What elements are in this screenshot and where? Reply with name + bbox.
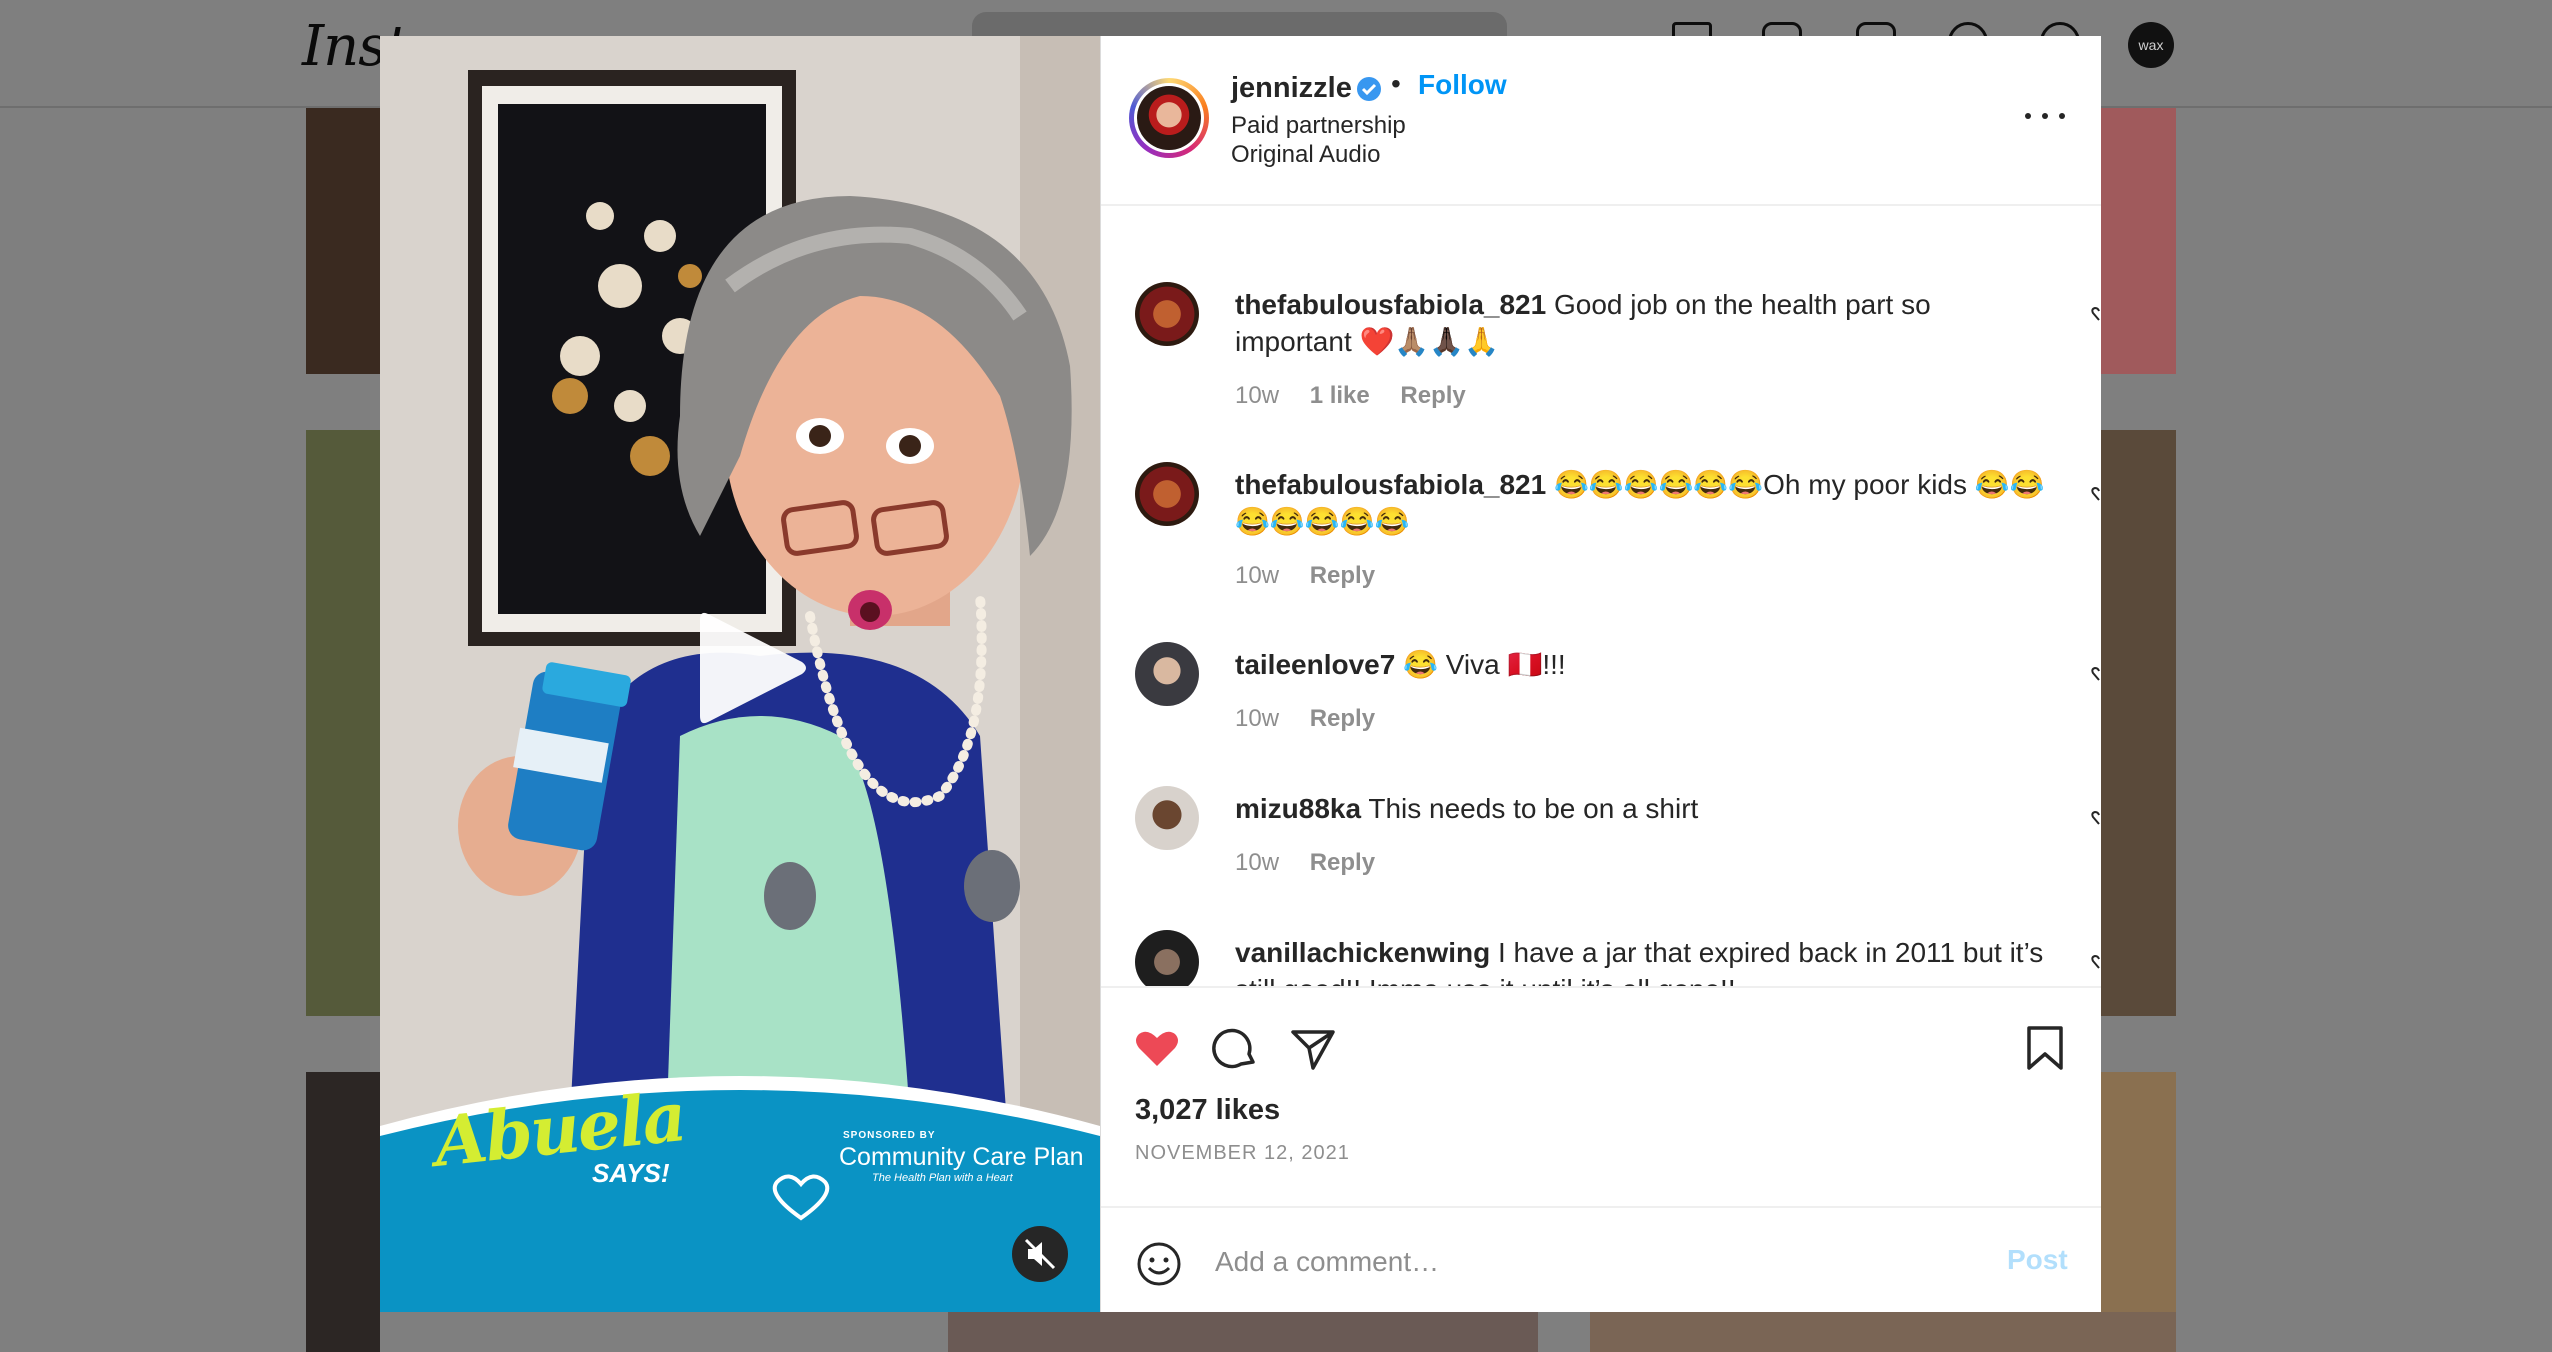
comment-time[interactable]: 10w: [1235, 705, 1279, 732]
verified-badge-icon: [1357, 77, 1381, 101]
add-comment-bar: Post: [1101, 1206, 2101, 1314]
share-icon[interactable]: [1289, 1024, 1337, 1072]
post-date[interactable]: NOVEMBER 12, 2021: [1135, 1142, 1350, 1165]
comment-username[interactable]: taileenlove7: [1235, 649, 1395, 680]
comment-reply-button[interactable]: Reply: [1400, 382, 1465, 409]
comment-meta: 10w Reply: [1235, 849, 1399, 877]
post-header: jennizzle • Follow Paid partnership Orig…: [1101, 36, 2101, 206]
speaker-muted-icon: [1024, 1238, 1056, 1270]
comment-text-block: taileenlove7 😂 Viva 🇵🇪!!!: [1235, 646, 2055, 683]
comment-time[interactable]: 10w: [1235, 849, 1279, 876]
comment-like-icon[interactable]: [2091, 486, 2101, 502]
comment-text-block: mizu88ka This needs to be on a shirt: [1235, 790, 2055, 827]
comment-like-icon[interactable]: [2091, 306, 2101, 322]
comment-meta: 10w 1 like Reply: [1235, 382, 1490, 410]
post-comment-button[interactable]: Post: [2007, 1244, 2068, 1276]
comment-meta: 10w Reply: [1235, 705, 1399, 733]
comment-text-block: thefabulousfabiola_821 😂😂😂😂😂😂Oh my poor …: [1235, 466, 2055, 540]
comments-list[interactable]: thefabulousfabiola_821 Good job on the h…: [1101, 206, 2101, 988]
commenter-avatar[interactable]: [1135, 642, 1199, 706]
comment-username[interactable]: mizu88ka: [1235, 793, 1361, 824]
comment-like-icon[interactable]: [2091, 954, 2101, 970]
comment-reply-button[interactable]: Reply: [1310, 562, 1375, 589]
mute-button[interactable]: [1012, 1226, 1068, 1282]
comment-time[interactable]: 10w: [1235, 382, 1279, 409]
author-avatar[interactable]: [1137, 86, 1201, 150]
comment-text-block: vanillachickenwing I have a jar that exp…: [1235, 934, 2055, 988]
comment-text: 😂 Viva 🇵🇪!!!: [1403, 649, 1566, 680]
comment-like-icon[interactable]: [2091, 666, 2101, 682]
like-heart-icon[interactable]: [1133, 1024, 1181, 1072]
account-avatar[interactable]: wax: [2128, 22, 2174, 68]
paid-partnership-label[interactable]: Paid partnership: [1231, 112, 1406, 140]
audio-label[interactable]: Original Audio: [1231, 141, 1380, 169]
grid-tile[interactable]: [306, 1072, 380, 1352]
comment-time[interactable]: 10w: [1235, 562, 1279, 589]
banner-says-text: SAYS!: [592, 1158, 670, 1188]
post-detail-panel: jennizzle • Follow Paid partnership Orig…: [1100, 36, 2101, 1312]
sponsor-label: SPONSORED BY: [843, 1130, 936, 1141]
comment-reply-button[interactable]: Reply: [1310, 705, 1375, 732]
grid-tile[interactable]: [948, 1312, 1538, 1352]
comment-input[interactable]: [1213, 1236, 1917, 1288]
more-options-icon[interactable]: [2025, 106, 2065, 126]
comment-text: This needs to be on a shirt: [1368, 793, 1699, 824]
sponsor-tagline: The Health Plan with a Heart: [872, 1172, 1013, 1184]
grid-tile[interactable]: [306, 430, 380, 1016]
follow-button[interactable]: Follow: [1418, 69, 1507, 101]
commenter-avatar[interactable]: [1135, 462, 1199, 526]
commenter-avatar[interactable]: [1135, 282, 1199, 346]
sponsor-name: Community Care Plan: [839, 1143, 1084, 1171]
comment-meta: 10w Reply: [1235, 562, 1399, 590]
commenter-avatar[interactable]: [1135, 786, 1199, 850]
comment-reply-button[interactable]: Reply: [1310, 849, 1375, 876]
comment-username[interactable]: thefabulousfabiola_821: [1235, 289, 1546, 320]
commenter-avatar[interactable]: [1135, 930, 1199, 988]
author-username[interactable]: jennizzle: [1231, 72, 1352, 105]
grid-tile[interactable]: [2100, 430, 2176, 1016]
emoji-icon[interactable]: [1135, 1240, 1183, 1288]
grid-tile[interactable]: [2100, 108, 2176, 374]
save-bookmark-icon[interactable]: [2021, 1024, 2069, 1072]
comment-text-block: thefabulousfabiola_821 Good job on the h…: [1235, 286, 2055, 360]
post-video[interactable]: Abuela SAYS! SPONSORED BY Community Care…: [380, 36, 1100, 1312]
comment-like-icon[interactable]: [2091, 810, 2101, 826]
comment-username[interactable]: vanillachickenwing: [1235, 937, 1490, 968]
grid-tile[interactable]: [1590, 1312, 2176, 1352]
separator-dot: •: [1391, 68, 1401, 99]
comment-likes[interactable]: 1 like: [1310, 382, 1370, 409]
likes-count[interactable]: 3,027 likes: [1135, 1094, 1280, 1127]
grid-tile[interactable]: [2100, 1072, 2176, 1352]
grid-tile[interactable]: [306, 108, 380, 374]
play-icon[interactable]: [680, 600, 816, 736]
comment-icon[interactable]: [1211, 1024, 1259, 1072]
comment-username[interactable]: thefabulousfabiola_821: [1235, 469, 1546, 500]
